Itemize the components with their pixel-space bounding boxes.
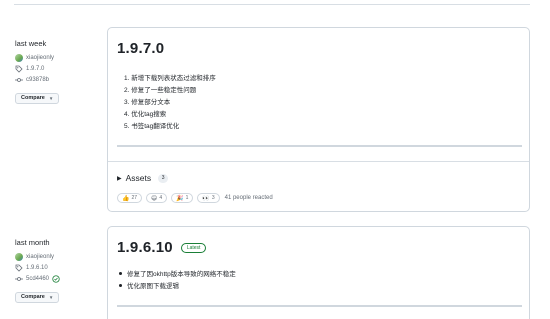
- release-date: last month: [15, 238, 50, 247]
- reactions-bar: 👍 27 😄 4 🎉 1 👀 3 41 people reacted: [117, 193, 273, 203]
- avatar: [15, 252, 23, 261]
- eyes-icon: 👀: [202, 195, 210, 202]
- release-date: last week: [15, 39, 47, 48]
- reaction-count: 27: [131, 195, 138, 201]
- commit-icon: [15, 76, 23, 84]
- commit-link[interactable]: 5cd4460: [15, 274, 100, 283]
- chevron-down-icon: ▼: [48, 95, 54, 101]
- release-title[interactable]: 1.9.7.0: [117, 40, 164, 57]
- avatar: [15, 53, 23, 62]
- release-card-1: 1.9.7.0 1. 新增下载列表状态过滤和排序 2. 修复了一些稳定性问题 3…: [107, 27, 530, 212]
- reacted-summary[interactable]: 41 people reacted: [225, 195, 273, 201]
- release-title[interactable]: 1.9.6.10: [117, 239, 173, 256]
- tada-icon: 🎉: [176, 195, 184, 202]
- section-divider: [108, 161, 529, 162]
- triangle-right-icon: ▶: [117, 175, 122, 182]
- assets-label: Assets: [125, 173, 152, 183]
- commit-sha: c93878b: [26, 76, 50, 83]
- reaction-count: 3: [211, 195, 215, 201]
- author-link[interactable]: xiaojieonly: [15, 252, 100, 261]
- compare-button[interactable]: Compare ▼: [15, 92, 60, 104]
- release-notes: 修复了因okhttp版本导致的网络不稳定 优化原图下载逻辑: [119, 269, 236, 293]
- commit-sha: 5cd4460: [26, 275, 50, 282]
- compare-button[interactable]: Compare ▼: [15, 291, 60, 303]
- tag-name: 1.9.6.10: [26, 264, 48, 271]
- thumbs-up-icon: 👍: [122, 195, 130, 202]
- reaction-thumbs-up[interactable]: 👍 27: [117, 193, 143, 203]
- author-link[interactable]: xiaojieonly: [15, 53, 100, 62]
- list-item: 1. 新增下载列表状态过滤和排序: [124, 75, 216, 82]
- reaction-tada[interactable]: 🎉 1: [171, 193, 194, 203]
- list-item: 优化原图下载逻辑: [119, 281, 236, 293]
- list-item: 修复了因okhttp版本导致的网络不稳定: [119, 269, 236, 281]
- release-sidebar-2: last month xiaojieonly 1.9.6.10 5cd4460 …: [15, 238, 100, 303]
- notes-divider: [117, 145, 522, 147]
- list-item-text: 优化原图下载逻辑: [127, 283, 179, 290]
- compare-label: Compare: [21, 294, 45, 300]
- reaction-eyes[interactable]: 👀 3: [197, 193, 220, 203]
- compare-label: Compare: [21, 95, 45, 101]
- laugh-icon: 😄: [151, 195, 158, 202]
- author-name: xiaojieonly: [26, 54, 55, 61]
- reaction-count: 4: [159, 195, 163, 201]
- top-divider: [14, 4, 530, 5]
- commit-icon: [15, 275, 23, 283]
- author-name: xiaojieonly: [26, 253, 55, 260]
- list-item: 4. 优化tag搜索: [124, 111, 167, 118]
- list-item-text: 修复了因okhttp版本导致的网络不稳定: [127, 271, 236, 278]
- assets-toggle[interactable]: ▶ Assets 3: [117, 173, 169, 183]
- release-card-2: 1.9.6.10 Latest 修复了因okhttp版本导致的网络不稳定 优化原…: [107, 226, 530, 319]
- verified-check-icon: [52, 274, 60, 283]
- tag-icon: [15, 264, 23, 272]
- tag-name: 1.9.7.0: [26, 65, 45, 72]
- list-item: 2. 修复了一些稳定性问题: [124, 87, 197, 94]
- reaction-count: 1: [185, 195, 189, 201]
- latest-badge: Latest: [180, 242, 207, 253]
- assets-count-badge: 3: [158, 173, 169, 183]
- release-notes: 1. 新增下载列表状态过滤和排序 2. 修复了一些稳定性问题 3. 修复部分文本…: [124, 73, 216, 133]
- list-item: 5. 书签tag翻译优化: [124, 123, 180, 130]
- notes-divider: [117, 305, 522, 307]
- release-sidebar-1: last week xiaojieonly 1.9.7.0 c93878b Co…: [15, 39, 100, 104]
- chevron-down-icon: ▼: [48, 294, 54, 300]
- commit-link[interactable]: c93878b: [15, 75, 100, 84]
- tag-icon: [15, 65, 23, 73]
- tag-link[interactable]: 1.9.6.10: [15, 263, 100, 272]
- tag-link[interactable]: 1.9.7.0: [15, 64, 100, 73]
- list-item: 3. 修复部分文本: [124, 99, 171, 106]
- reaction-laugh[interactable]: 😄 4: [146, 193, 168, 203]
